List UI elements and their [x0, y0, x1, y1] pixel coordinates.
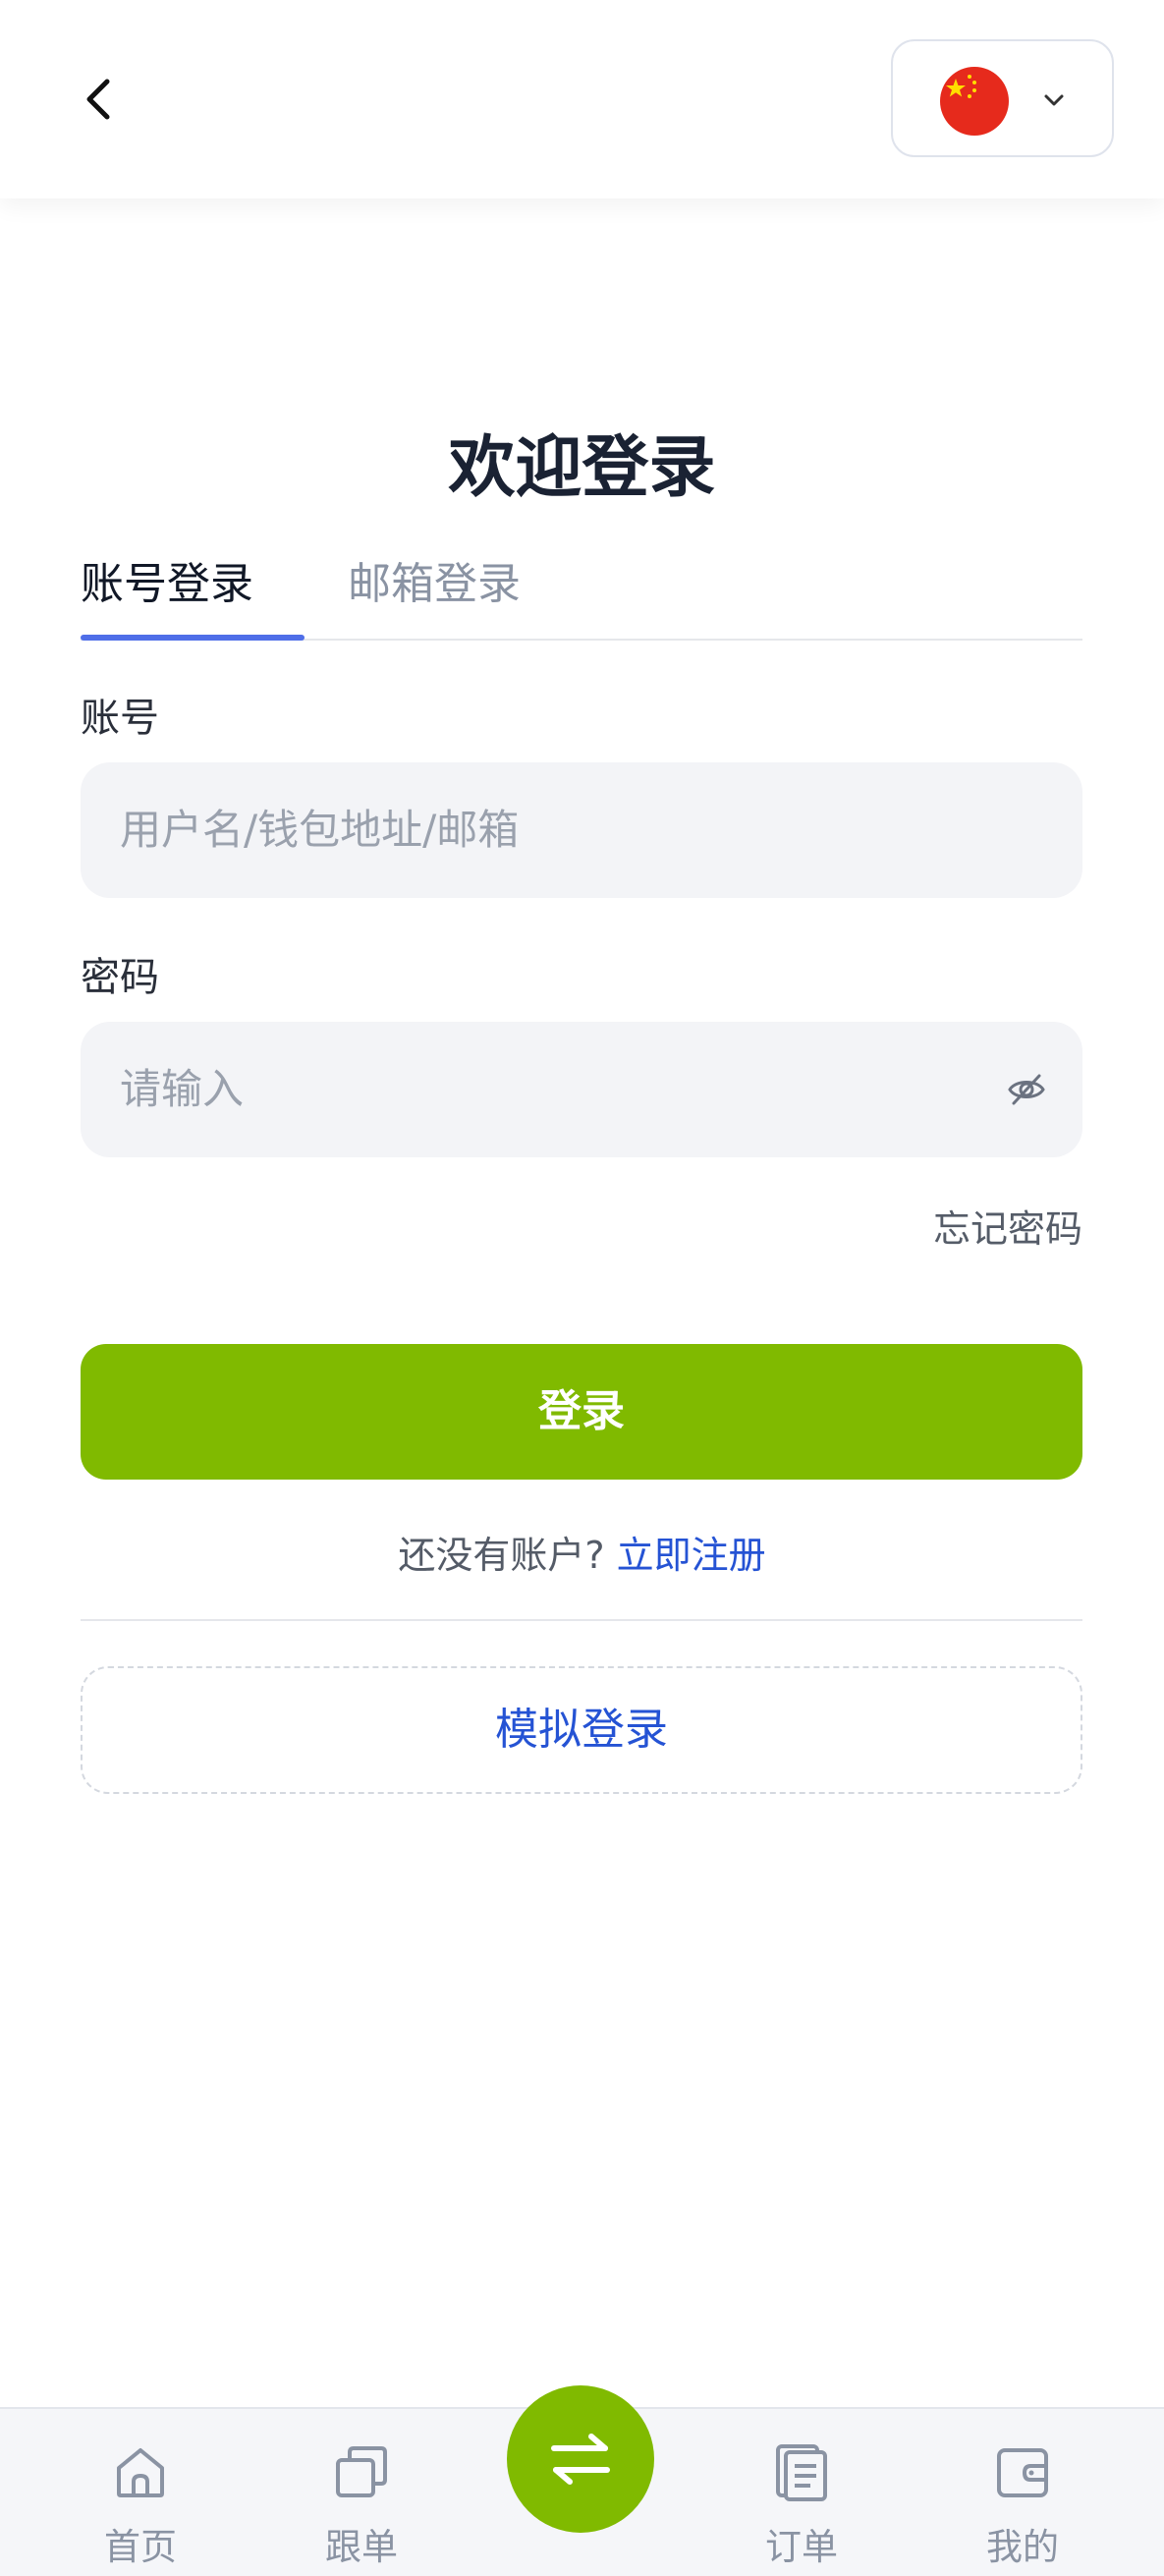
eye-off-icon[interactable] [1006, 1069, 1047, 1110]
copy-icon [336, 2446, 387, 2497]
tabbar-item-mine[interactable]: 我的 [944, 2409, 1101, 2576]
chevron-down-icon [1044, 94, 1064, 106]
divider [81, 1619, 1082, 1621]
register-prompt: 还没有账户? 立即注册 [0, 1525, 1164, 1579]
tabbar-label: 首页 [104, 2526, 177, 2568]
page-title: 欢迎登录 [448, 429, 716, 507]
account-placeholder: 用户名/钱包地址/邮箱 [120, 806, 520, 854]
tab-label: 邮箱登录 [348, 559, 521, 609]
china-flag-icon [940, 67, 1009, 136]
chevron-left-icon [86, 79, 110, 120]
account-input[interactable]: 用户名/钱包地址/邮箱 [81, 762, 1082, 898]
login-tabs: 账号登录 邮箱登录 [81, 550, 1082, 641]
tab-account-login[interactable]: 账号登录 [81, 550, 305, 641]
tab-label: 账号登录 [81, 559, 253, 609]
tabbar-label: 跟单 [325, 2526, 398, 2568]
tabbar-item-orders[interactable]: 订单 [723, 2409, 880, 2576]
password-input[interactable]: 请输入 [81, 1022, 1082, 1157]
tab-active-indicator [81, 635, 305, 641]
register-link[interactable]: 立即注册 [617, 1534, 766, 1577]
tabbar-label: 我的 [986, 2526, 1059, 2568]
swap-icon [551, 2434, 610, 2485]
language-selector[interactable] [891, 39, 1114, 157]
tabbar-item-home[interactable]: 首页 [62, 2409, 219, 2576]
password-placeholder: 请输入 [120, 1065, 245, 1113]
order-icon [776, 2444, 827, 2501]
wallet-icon [997, 2448, 1048, 2497]
home-icon [117, 2448, 164, 2497]
back-button[interactable] [61, 61, 138, 138]
demo-login-button[interactable]: 模拟登录 [81, 1666, 1082, 1794]
password-label: 密码 [81, 955, 159, 1000]
tabbar-label: 订单 [765, 2526, 838, 2568]
tab-email-login[interactable]: 邮箱登录 [348, 550, 521, 639]
no-account-text: 还没有账户? [398, 1534, 605, 1577]
forgot-password-link[interactable]: 忘记密码 [933, 1199, 1082, 1253]
top-bar [0, 0, 1164, 198]
account-label: 账号 [81, 696, 159, 741]
login-button[interactable]: 登录 [81, 1344, 1082, 1480]
tabbar-item-copy-trading[interactable]: 跟单 [283, 2409, 440, 2576]
swap-button[interactable] [507, 2385, 654, 2533]
